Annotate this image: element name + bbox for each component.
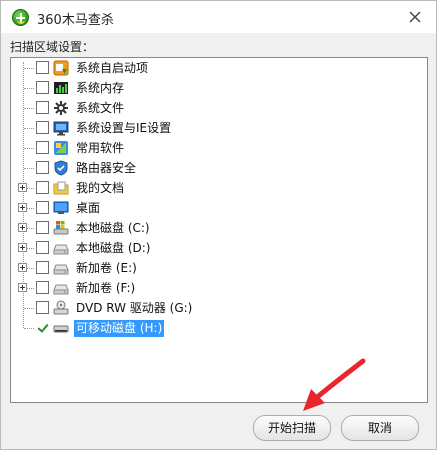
tree-item-label: 系统文件 bbox=[76, 101, 125, 115]
expand-toggle[interactable] bbox=[18, 243, 27, 252]
expand-toggle[interactable] bbox=[18, 223, 27, 232]
expand-toggle[interactable] bbox=[18, 283, 27, 292]
expand-toggle[interactable] bbox=[18, 203, 27, 212]
tree-item-drive-f[interactable]: 新加卷 (F:) bbox=[11, 278, 411, 298]
scan-dialog: 360木马查杀 扫描区域设置： 系统自启动项 系统内存 系统文件 系统设置与IE… bbox=[0, 0, 437, 450]
close-button[interactable] bbox=[404, 6, 426, 28]
hard-drive-icon bbox=[53, 244, 69, 255]
expand-toggle[interactable] bbox=[18, 183, 27, 192]
tree-item-dvd-drive[interactable]: DVD RW 驱动器 (G:) bbox=[11, 298, 411, 318]
dvd-drive-icon bbox=[53, 300, 69, 315]
documents-folder-icon bbox=[53, 181, 69, 195]
tree-item-software[interactable]: 常用软件 bbox=[11, 138, 411, 158]
desktop-icon bbox=[53, 201, 69, 214]
scan-area-label: 扫描区域设置： bbox=[10, 40, 95, 54]
tree-item-label: 新加卷 (E:) bbox=[76, 261, 137, 275]
tree-item-label: 我的文档 bbox=[76, 181, 125, 195]
tree-item-label: 桌面 bbox=[76, 201, 101, 215]
software-icon bbox=[54, 141, 68, 155]
checkbox[interactable] bbox=[36, 281, 49, 294]
checkbox[interactable] bbox=[36, 81, 49, 94]
tree-item-memory[interactable]: 系统内存 bbox=[11, 78, 411, 98]
checkbox-checked[interactable] bbox=[36, 321, 49, 334]
tree-item-system-files[interactable]: 系统文件 bbox=[11, 98, 411, 118]
tree-item-label: 本地磁盘 (C:) bbox=[76, 221, 150, 235]
tree-item-label: 本地磁盘 (D:) bbox=[76, 241, 151, 255]
checkbox[interactable] bbox=[36, 221, 49, 234]
checkbox[interactable] bbox=[36, 241, 49, 254]
annotation-arrow-icon bbox=[303, 358, 366, 411]
checkbox[interactable] bbox=[36, 181, 49, 194]
checkbox[interactable] bbox=[36, 161, 49, 174]
checkbox[interactable] bbox=[36, 261, 49, 274]
monitor-settings-icon bbox=[53, 121, 69, 136]
checkbox[interactable] bbox=[36, 201, 49, 214]
tree-item-drive-c[interactable]: 本地磁盘 (C:) bbox=[11, 218, 411, 238]
tree-item-startup[interactable]: 系统自启动项 bbox=[11, 58, 411, 78]
tree-item-desktop[interactable]: 桌面 bbox=[11, 198, 411, 218]
removable-drive-icon bbox=[53, 325, 69, 333]
cancel-button[interactable]: 取消 bbox=[341, 415, 419, 441]
start-scan-button[interactable]: 开始扫描 bbox=[253, 415, 331, 441]
tree-item-label: 系统自启动项 bbox=[76, 61, 149, 75]
window-title: 360木马查杀 bbox=[37, 13, 114, 28]
checkbox[interactable] bbox=[36, 101, 49, 114]
checkbox[interactable] bbox=[36, 301, 49, 314]
scan-area-tree[interactable]: 系统自启动项 系统内存 系统文件 系统设置与IE设置 常用软件 路由器安全 我的… bbox=[10, 57, 428, 403]
checkbox[interactable] bbox=[36, 121, 49, 134]
tree-item-label: DVD RW 驱动器 (G:) bbox=[76, 301, 193, 315]
360-logo-icon bbox=[12, 9, 29, 26]
hard-drive-icon bbox=[53, 284, 69, 295]
tree-item-removable-drive[interactable]: 可移动磁盘 (H:) bbox=[11, 318, 411, 338]
tree-item-label: 路由器安全 bbox=[76, 161, 137, 175]
tree-item-drive-e[interactable]: 新加卷 (E:) bbox=[11, 258, 411, 278]
checkbox[interactable] bbox=[36, 61, 49, 74]
tree-item-label: 系统内存 bbox=[76, 81, 125, 95]
tree-item-documents[interactable]: 我的文档 bbox=[11, 178, 411, 198]
close-icon bbox=[409, 11, 421, 23]
tree-item-system-settings[interactable]: 系统设置与IE设置 bbox=[11, 118, 411, 138]
tree-item-drive-d[interactable]: 本地磁盘 (D:) bbox=[11, 238, 411, 258]
title-bar: 360木马查杀 bbox=[1, 1, 436, 33]
startup-icon bbox=[53, 60, 69, 76]
system-file-icon bbox=[54, 101, 68, 115]
tree-item-label: 可移动磁盘 (H:) bbox=[74, 320, 165, 337]
router-shield-icon bbox=[54, 160, 68, 176]
tree-item-label: 系统设置与IE设置 bbox=[76, 121, 172, 135]
tree-item-router[interactable]: 路由器安全 bbox=[11, 158, 411, 178]
checkbox[interactable] bbox=[36, 141, 49, 154]
windows-drive-icon bbox=[53, 221, 69, 235]
expand-toggle[interactable] bbox=[18, 263, 27, 272]
memory-icon bbox=[54, 82, 68, 94]
hard-drive-icon bbox=[53, 264, 69, 275]
tree-item-label: 常用软件 bbox=[76, 141, 125, 155]
tree-item-label: 新加卷 (F:) bbox=[76, 281, 136, 295]
